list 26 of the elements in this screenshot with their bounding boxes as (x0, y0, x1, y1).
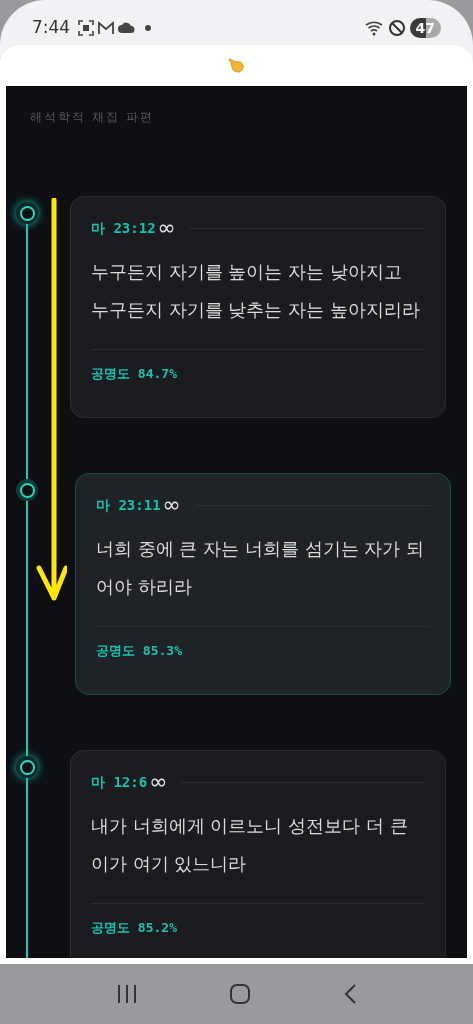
verse-reference: 마 12:6 (91, 772, 148, 792)
wifi-icon (364, 19, 385, 36)
dot-icon (145, 24, 152, 31)
screenshot-icon (78, 19, 95, 36)
cloud-icon (118, 22, 136, 33)
verse-reference: 마 23:11 (96, 495, 161, 515)
verse-reference: 마 23:12 (91, 218, 156, 238)
clock: 7:44 (32, 15, 71, 39)
resonance-score: 공명도 85.2% (91, 919, 178, 937)
infinity-mark: ∞ (149, 771, 168, 793)
verse-text: 누구든지 자기를 높이는 자는 낮아지고 누구든지 자기를 낮추는 자는 높아지리라 (91, 260, 421, 322)
verse-card[interactable]: 마 23:11∞ 너희 중에 큰 자는 너희를 섬기는 자가 되어야 하리라 공명도 85.3% (75, 473, 451, 695)
resonance-score: 공명도 84.7% (91, 365, 178, 383)
home-icon[interactable] (229, 983, 252, 1005)
infinity-mark: ∞ (162, 494, 181, 516)
back-icon[interactable] (343, 983, 358, 1005)
verse-card[interactable]: 마 23:12∞ 누구든지 자기를 높이는 자는 낮아지고 누구든지 자기를 낮추는 자는 높아지리라 공명도 84.7% (70, 196, 446, 418)
verse-card[interactable]: 마 12:6∞ 내가 너희에게 이르노니 성전보다 더 큰 이가 여기 있느니라 공명도 85.2% (70, 750, 446, 958)
verse-text: 너희 중에 큰 자는 너희를 섬기는 자가 되어야 하리라 (96, 537, 426, 599)
resonance-score: 공명도 85.3% (96, 642, 183, 660)
verse-text: 내가 너희에게 이르노니 성전보다 더 큰 이가 여기 있느니라 (91, 814, 409, 876)
recent-apps-icon[interactable] (115, 984, 138, 1004)
do-not-disturb-icon (387, 18, 406, 37)
page-title: 해석학적 채집 파편 (30, 110, 154, 124)
infinity-mark: ∞ (157, 217, 176, 239)
mail-icon (97, 20, 116, 35)
